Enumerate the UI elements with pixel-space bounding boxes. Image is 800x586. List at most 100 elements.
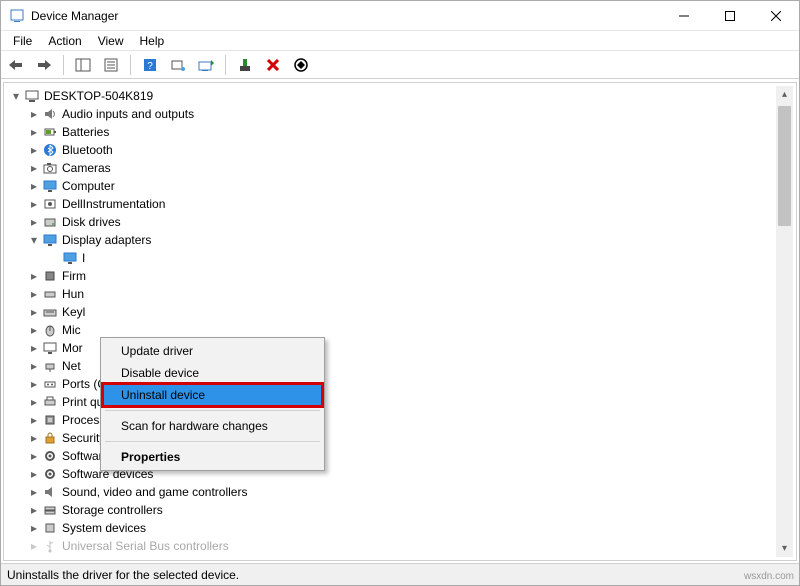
- chevron-right-icon[interactable]: ▸: [28, 450, 40, 462]
- vertical-scrollbar[interactable]: ▴ ▾: [776, 86, 793, 557]
- chevron-right-icon[interactable]: ▸: [28, 126, 40, 138]
- tree-node-cameras[interactable]: ▸ Cameras: [4, 159, 796, 177]
- ctx-properties[interactable]: Properties: [103, 446, 322, 468]
- chevron-right-icon[interactable]: ▸: [28, 540, 40, 552]
- chevron-right-icon[interactable]: ▸: [28, 288, 40, 300]
- node-label: Storage controllers: [62, 503, 163, 517]
- network-icon: [42, 358, 58, 374]
- close-button[interactable]: [753, 1, 799, 31]
- menubar: File Action View Help: [1, 31, 799, 51]
- show-hide-tree-button[interactable]: [72, 54, 94, 76]
- node-label: Net: [62, 359, 81, 373]
- scan-hardware-button[interactable]: [167, 54, 189, 76]
- chevron-right-icon[interactable]: ▸: [28, 144, 40, 156]
- chevron-right-icon[interactable]: ▸: [28, 396, 40, 408]
- disable-device-button[interactable]: [290, 54, 312, 76]
- ctx-disable-device[interactable]: Disable device: [103, 362, 322, 384]
- menu-action[interactable]: Action: [40, 32, 89, 50]
- uninstall-button[interactable]: [262, 54, 284, 76]
- tree-node-audio[interactable]: ▸ Audio inputs and outputs: [4, 105, 796, 123]
- tree-node-storage[interactable]: ▸ Storage controllers: [4, 501, 796, 519]
- tree-node-bluetooth[interactable]: ▸ Bluetooth: [4, 141, 796, 159]
- tree-node-usb[interactable]: ▸ Universal Serial Bus controllers: [4, 537, 796, 555]
- chevron-right-icon[interactable]: ▸: [28, 198, 40, 210]
- chevron-right-icon[interactable]: ▸: [28, 270, 40, 282]
- monitor-icon: [42, 178, 58, 194]
- tree-node-firmware[interactable]: ▸ Firm: [4, 267, 796, 285]
- scroll-up-icon[interactable]: ▴: [776, 86, 793, 103]
- usb-icon: [42, 538, 58, 554]
- chevron-right-icon[interactable]: ▸: [28, 468, 40, 480]
- node-label: Firm: [62, 269, 86, 283]
- node-label: Bluetooth: [62, 143, 113, 157]
- ctx-uninstall-device[interactable]: Uninstall device: [103, 384, 322, 406]
- back-button[interactable]: [5, 54, 27, 76]
- display-icon: [62, 250, 78, 266]
- lock-icon: [42, 430, 58, 446]
- ctx-scan-hardware[interactable]: Scan for hardware changes: [103, 415, 322, 437]
- chevron-right-icon[interactable]: ▸: [28, 342, 40, 354]
- tree-node-display-child[interactable]: I: [4, 249, 796, 267]
- display-icon: [42, 232, 58, 248]
- ctx-separator: [105, 410, 320, 411]
- chevron-right-icon[interactable]: ▸: [28, 432, 40, 444]
- titlebar: Device Manager: [1, 1, 799, 31]
- chevron-right-icon[interactable]: ▸: [28, 360, 40, 372]
- chevron-right-icon[interactable]: ▸: [28, 180, 40, 192]
- tree-node-hid[interactable]: ▸ Hun: [4, 285, 796, 303]
- chevron-right-icon[interactable]: ▸: [28, 522, 40, 534]
- device-manager-window: Device Manager File Action View Help ?: [0, 0, 800, 586]
- tree-node-diskdrives[interactable]: ▸ Disk drives: [4, 213, 796, 231]
- chevron-down-icon[interactable]: ▾: [28, 234, 40, 246]
- chevron-right-icon[interactable]: ▸: [28, 108, 40, 120]
- maximize-button[interactable]: [707, 1, 753, 31]
- ctx-update-driver[interactable]: Update driver: [103, 340, 322, 362]
- update-driver-button[interactable]: [195, 54, 217, 76]
- chevron-right-icon[interactable]: ▸: [28, 378, 40, 390]
- minimize-button[interactable]: [661, 1, 707, 31]
- chevron-right-icon[interactable]: ▸: [28, 324, 40, 336]
- chevron-right-icon[interactable]: ▸: [28, 414, 40, 426]
- enable-device-button[interactable]: [234, 54, 256, 76]
- cpu-icon: [42, 412, 58, 428]
- node-label: Keyl: [62, 305, 85, 319]
- menu-help[interactable]: Help: [132, 32, 173, 50]
- computer-icon: [24, 88, 40, 104]
- device-tree[interactable]: ▾ DESKTOP-504K819 ▸ Audio inputs and out…: [3, 82, 797, 561]
- chevron-right-icon[interactable]: ▸: [28, 504, 40, 516]
- chevron-right-icon[interactable]: ▸: [28, 486, 40, 498]
- speaker-icon: [42, 484, 58, 500]
- chip-icon: [42, 520, 58, 536]
- bluetooth-icon: [42, 142, 58, 158]
- tree-root[interactable]: ▾ DESKTOP-504K819: [4, 87, 796, 105]
- menu-file[interactable]: File: [5, 32, 40, 50]
- tree-node-batteries[interactable]: ▸ Batteries: [4, 123, 796, 141]
- mouse-icon: [42, 322, 58, 338]
- scroll-down-icon[interactable]: ▾: [776, 540, 793, 557]
- help-button[interactable]: ?: [139, 54, 161, 76]
- printer-icon: [42, 394, 58, 410]
- properties-button[interactable]: [100, 54, 122, 76]
- forward-button[interactable]: [33, 54, 55, 76]
- tree-node-system[interactable]: ▸ System devices: [4, 519, 796, 537]
- chevron-right-icon[interactable]: ▸: [28, 216, 40, 228]
- chevron-right-icon[interactable]: ▸: [28, 162, 40, 174]
- node-label: System devices: [62, 521, 146, 535]
- chevron-right-icon[interactable]: ▸: [28, 306, 40, 318]
- node-label: I: [82, 251, 85, 265]
- app-icon: [9, 8, 25, 24]
- tree-node-keyboards[interactable]: ▸ Keyl: [4, 303, 796, 321]
- menu-view[interactable]: View: [90, 32, 132, 50]
- tree-node-computer[interactable]: ▸ Computer: [4, 177, 796, 195]
- tree-node-displayadapters[interactable]: ▾ Display adapters: [4, 231, 796, 249]
- content-area: ▾ DESKTOP-504K819 ▸ Audio inputs and out…: [1, 79, 799, 563]
- tree-node-dellinstr[interactable]: ▸ DellInstrumentation: [4, 195, 796, 213]
- tree-node-sound[interactable]: ▸ Sound, video and game controllers: [4, 483, 796, 501]
- chip-icon: [42, 268, 58, 284]
- chevron-down-icon[interactable]: ▾: [10, 90, 22, 102]
- statusbar-text: Uninstalls the driver for the selected d…: [7, 568, 239, 582]
- toolbar-separator: [225, 55, 226, 75]
- scrollbar-thumb[interactable]: [778, 106, 791, 226]
- gear-icon: [42, 448, 58, 464]
- node-label: Computer: [62, 179, 115, 193]
